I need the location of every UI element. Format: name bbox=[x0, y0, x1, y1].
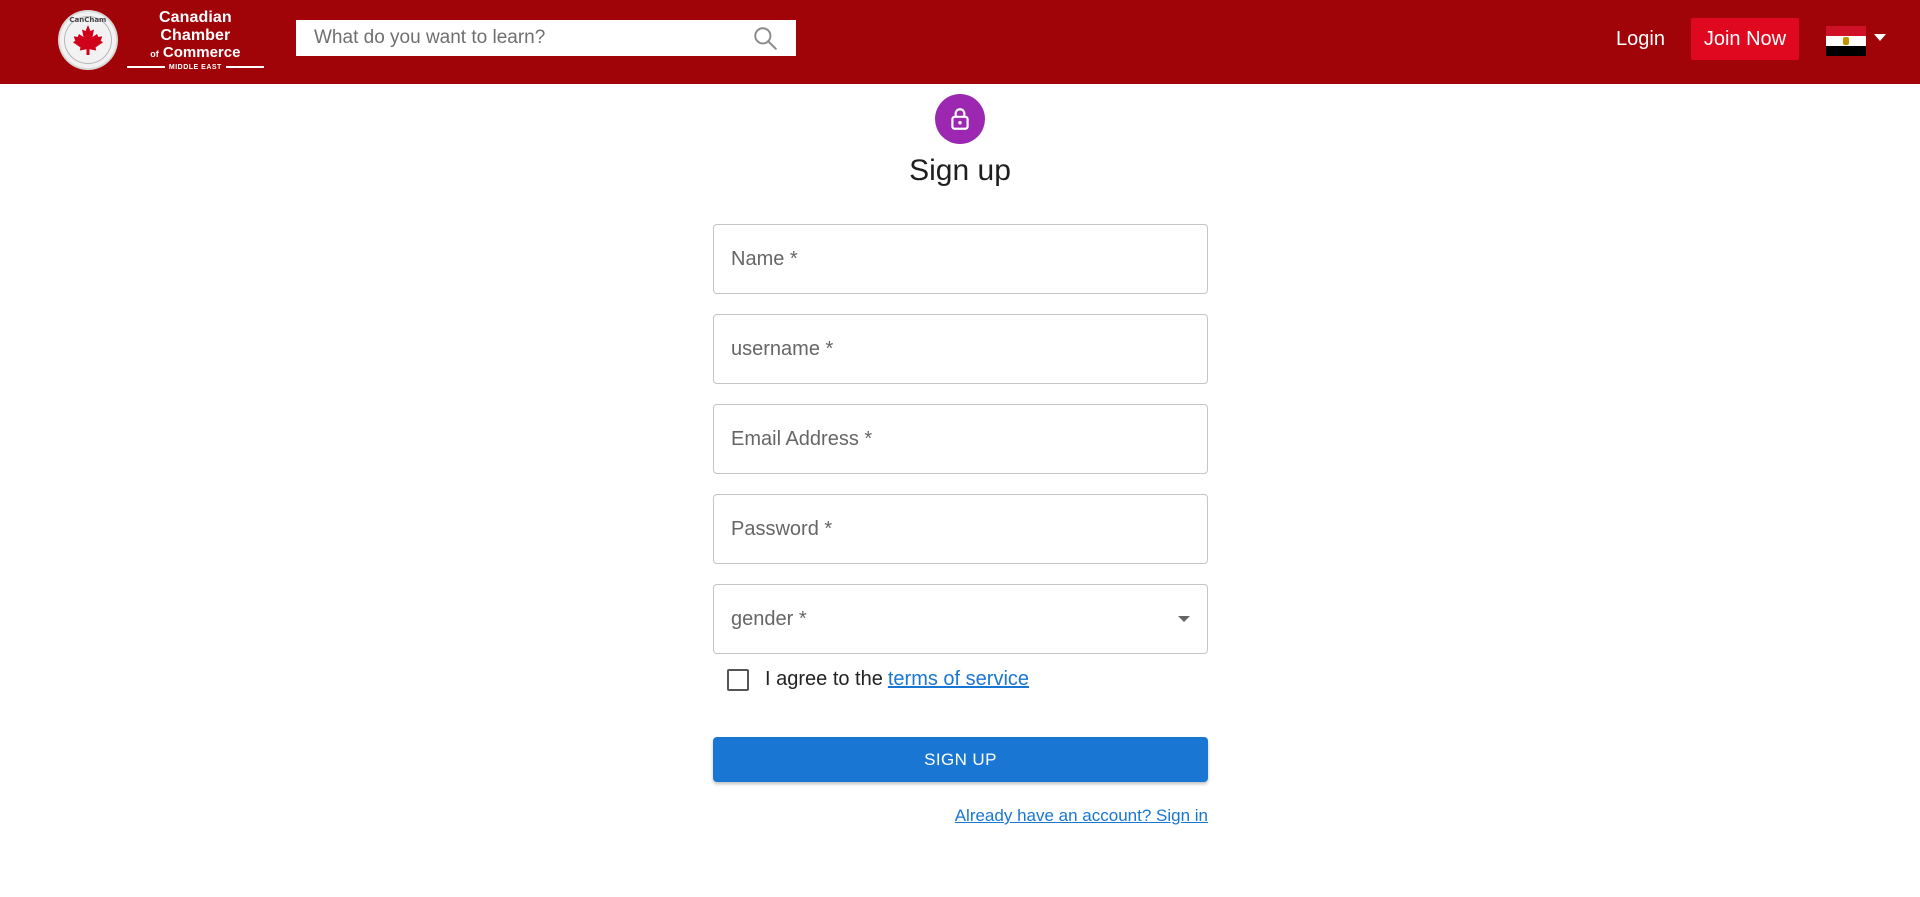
password-field-label: Password * bbox=[731, 517, 833, 540]
password-field[interactable]: Password * bbox=[713, 494, 1208, 564]
logo-region: MIDDLE EAST bbox=[168, 63, 222, 71]
dropdown-arrow-icon[interactable] bbox=[1178, 616, 1190, 622]
name-field[interactable]: Name * bbox=[713, 224, 1208, 294]
chamber-seal-icon: CanCham bbox=[58, 10, 118, 70]
email-field[interactable]: Email Address * bbox=[713, 404, 1208, 474]
lock-icon bbox=[951, 108, 969, 130]
logo-line-2: of Commerce bbox=[123, 43, 268, 62]
search-icon[interactable] bbox=[752, 25, 778, 51]
email-field-label: Email Address * bbox=[731, 427, 873, 450]
gender-select[interactable]: gender * bbox=[713, 584, 1208, 654]
login-link[interactable]: Login bbox=[1602, 18, 1679, 60]
logo-line-3: MIDDLE EAST bbox=[123, 63, 268, 72]
canadian-chamber-logo[interactable]: CanCham Canadian Chamber of Commerce MID… bbox=[58, 9, 268, 72]
page-title: Sign up bbox=[909, 154, 1011, 187]
lock-avatar bbox=[935, 94, 985, 144]
terms-checkbox[interactable] bbox=[727, 668, 749, 691]
join-now-button[interactable]: Join Now bbox=[1691, 18, 1799, 60]
terms-agreement: I agree to the terms of service bbox=[727, 668, 1029, 691]
egypt-flag-icon[interactable] bbox=[1826, 26, 1866, 56]
terms-of-service-link[interactable]: terms of service bbox=[888, 668, 1029, 691]
logo-line-1: Canadian Chamber bbox=[158, 8, 232, 44]
logo-line-2-main: Commerce bbox=[162, 43, 241, 61]
search-box[interactable]: What do you want to learn? bbox=[296, 20, 796, 56]
sign-up-button[interactable]: SIGN UP bbox=[713, 737, 1208, 782]
caret-down-icon[interactable] bbox=[1874, 33, 1886, 41]
logo-wordmark: Canadian Chamber of Commerce MIDDLE EAST bbox=[123, 9, 268, 72]
top-navbar: CanCham Canadian Chamber of Commerce MID… bbox=[0, 0, 1920, 84]
logo-line-2-prefix: of bbox=[150, 48, 159, 59]
name-field-label: Name * bbox=[731, 247, 798, 270]
seal-text: CanCham bbox=[69, 16, 107, 24]
search-input[interactable]: What do you want to learn? bbox=[314, 27, 752, 49]
gender-select-label: gender * bbox=[731, 607, 807, 630]
terms-text: I agree to the bbox=[765, 668, 883, 690]
username-field[interactable]: username * bbox=[713, 314, 1208, 384]
language-selector[interactable] bbox=[1826, 26, 1886, 56]
username-field-label: username * bbox=[731, 337, 834, 360]
sign-in-link[interactable]: Already have an account? Sign in bbox=[955, 806, 1208, 826]
